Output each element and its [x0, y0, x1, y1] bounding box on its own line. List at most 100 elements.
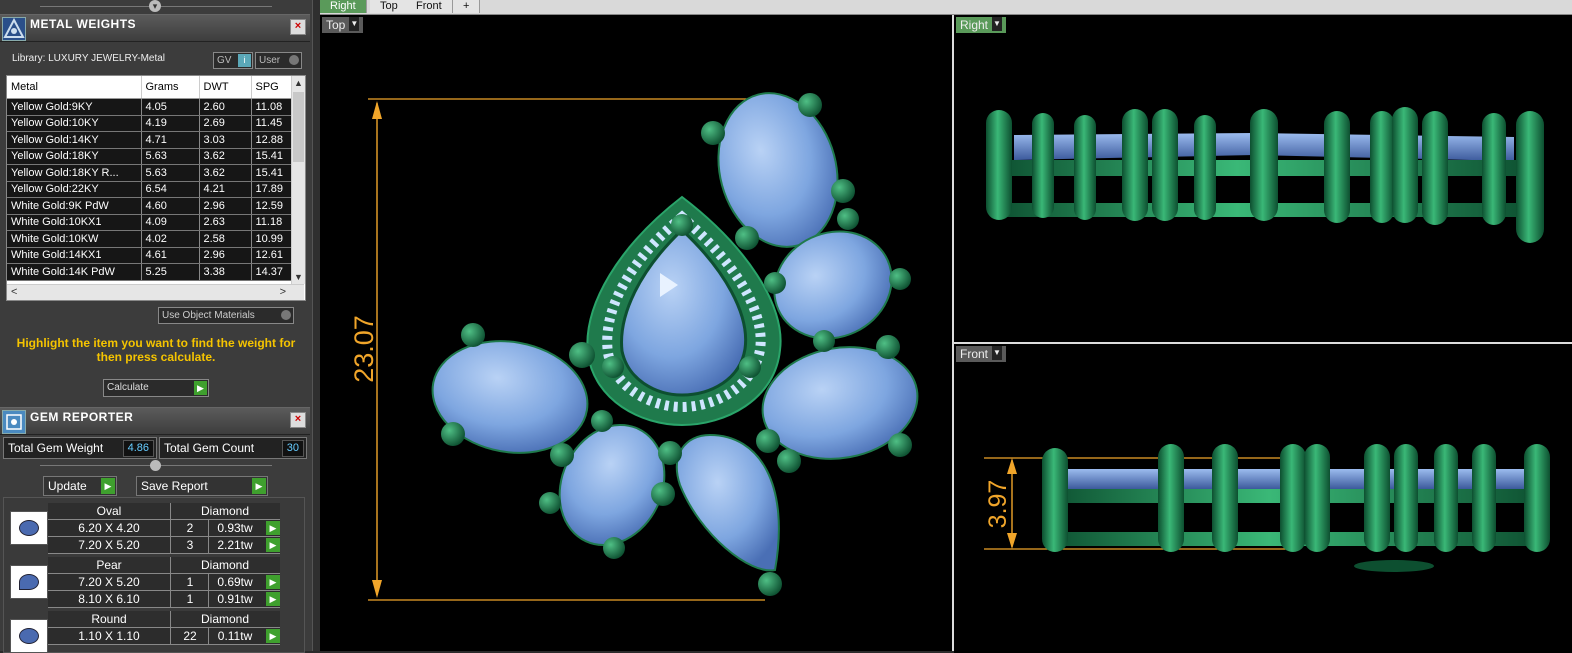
- dwt-cell: 2.63: [199, 214, 252, 231]
- table-row[interactable]: White Gold:10KX1 4.09 2.63 11.18: [7, 214, 292, 231]
- gem-size: 1.10 X 1.10: [78, 629, 140, 643]
- use-object-materials-toggle[interactable]: Use Object Materials: [158, 307, 294, 324]
- top-viewport[interactable]: Top ▼ 23.07: [320, 15, 954, 651]
- table-row[interactable]: Yellow Gold:18KY 5.63 3.62 15.41: [7, 148, 292, 165]
- spg-cell: 10.99: [251, 230, 292, 248]
- gem-weight: 0.93tw: [217, 521, 253, 535]
- tab-front[interactable]: Front: [406, 0, 453, 13]
- top-viewport-label[interactable]: Top ▼: [322, 17, 364, 33]
- round-gem-icon: [10, 619, 48, 652]
- scroll-right-icon[interactable]: >: [280, 286, 286, 298]
- metal-weights-table: Metal Grams DWT SPG Yellow Gold:9KY 4.05 2…: [7, 76, 292, 281]
- column-header-spg[interactable]: SPG: [251, 76, 292, 99]
- tab-right[interactable]: Right: [320, 0, 367, 13]
- close-icon[interactable]: ×: [290, 19, 306, 35]
- radio-icon[interactable]: [281, 310, 291, 320]
- grams-cell: 5.63: [141, 164, 200, 182]
- play-icon[interactable]: ▶: [266, 575, 280, 589]
- table-row[interactable]: Yellow Gold:22KY 6.54 4.21 17.89: [7, 181, 292, 198]
- grams-cell: 4.19: [141, 115, 200, 132]
- column-header-grams[interactable]: Grams: [141, 76, 200, 99]
- scroll-down-icon[interactable]: ▼: [292, 270, 305, 284]
- gem-weight: 0.11tw: [217, 629, 253, 643]
- close-icon[interactable]: ×: [290, 412, 306, 428]
- right-viewport[interactable]: Right ▼: [954, 15, 1572, 340]
- front-viewport[interactable]: Front ▼ 3.97: [954, 342, 1572, 653]
- table-row[interactable]: Yellow Gold:18KY R... 5.63 3.62 15.41: [7, 164, 292, 182]
- gem-size: 7.20 X 5.20: [78, 575, 140, 589]
- table-horizontal-scrollbar[interactable]: < >: [7, 284, 304, 300]
- calculate-hint: Highlight the item you want to find the …: [16, 336, 296, 364]
- viewport-tab-bar: Right Top Front +: [320, 0, 1572, 15]
- gem-count: 1: [186, 575, 194, 589]
- gem-row[interactable]: 7.20 X 5.20 3 2.21tw ▶: [48, 537, 280, 554]
- cell-divider: [170, 537, 171, 553]
- play-icon[interactable]: ▶: [252, 478, 266, 494]
- update-button[interactable]: Update ▶: [43, 476, 117, 496]
- user-toggle[interactable]: User: [255, 52, 302, 69]
- play-icon[interactable]: ▶: [101, 478, 115, 494]
- cell-divider: [170, 503, 171, 519]
- grams-cell: 4.02: [141, 230, 200, 248]
- tab-top[interactable]: Top: [370, 0, 409, 13]
- play-icon[interactable]: ▶: [266, 629, 280, 643]
- viewport-name: Front: [960, 347, 989, 361]
- scroll-up-icon[interactable]: ▲: [292, 76, 305, 90]
- dwt-cell: 2.60: [199, 98, 252, 116]
- right-viewport-label[interactable]: Right ▼: [956, 17, 1007, 33]
- table-row[interactable]: Yellow Gold:9KY 4.05 2.60 11.08: [7, 98, 292, 116]
- play-icon[interactable]: ▶: [266, 538, 280, 552]
- gem-weight: 0.69tw: [217, 575, 253, 589]
- gem-reporter-icon: [2, 410, 26, 434]
- front-dimension-label: 3.97: [984, 480, 1012, 529]
- table-vertical-scrollbar[interactable]: ▲ ▼: [291, 76, 305, 284]
- total-gem-count: Total Gem Count 30: [159, 437, 307, 459]
- front-view-render: 3.97: [984, 444, 1550, 572]
- total-gem-weight: Total Gem Weight 4.86: [3, 437, 157, 459]
- table-row[interactable]: White Gold:14K PdW 5.25 3.38 14.37: [7, 263, 292, 281]
- chevron-down-icon[interactable]: ▼: [992, 17, 1003, 31]
- gem-group-round: Round Diamond 1.10 X 1.10 22 0.11tw ▶: [4, 611, 304, 652]
- table-row[interactable]: White Gold:14KX1 4.61 2.96 12.61: [7, 247, 292, 264]
- gem-group-header: Pear Diamond: [48, 557, 280, 574]
- front-viewport-label[interactable]: Front ▼: [956, 346, 1007, 362]
- gem-shape: [19, 574, 39, 590]
- gem-row[interactable]: 8.10 X 6.10 1 0.91tw ▶: [48, 591, 280, 608]
- spg-cell: 15.41: [251, 148, 292, 165]
- radio-icon[interactable]: [289, 55, 299, 65]
- save-report-button[interactable]: Save Report ▶: [136, 476, 268, 496]
- table-row[interactable]: Yellow Gold:14KY 4.71 3.03 12.88: [7, 131, 292, 149]
- gem-size: 7.20 X 5.20: [78, 538, 140, 552]
- play-icon[interactable]: ▶: [194, 381, 207, 395]
- chevron-down-icon[interactable]: ▼: [349, 17, 360, 31]
- play-icon[interactable]: ▶: [266, 592, 280, 606]
- gem-shape-label: Oval: [96, 504, 122, 518]
- gv-toggle[interactable]: GV i: [213, 52, 253, 69]
- info-icon[interactable]: i: [238, 54, 251, 67]
- right-view-render: [986, 107, 1544, 243]
- cell-divider: [170, 557, 171, 573]
- table-row[interactable]: White Gold:9K PdW 4.60 2.96 12.59: [7, 197, 292, 215]
- viewport-name: Top: [326, 18, 346, 32]
- chevron-down-icon[interactable]: ▼: [992, 346, 1003, 360]
- cell-divider: [170, 591, 171, 607]
- panel-top-strip: ▾: [0, 0, 312, 14]
- table-row[interactable]: Yellow Gold:10KY 4.19 2.69 11.45: [7, 115, 292, 132]
- column-header-dwt[interactable]: DWT: [199, 76, 252, 99]
- grams-cell: 4.05: [141, 98, 200, 116]
- gem-row[interactable]: 7.20 X 5.20 1 0.69tw ▶: [48, 574, 280, 591]
- gem-row[interactable]: 6.20 X 4.20 2 0.93tw ▶: [48, 520, 280, 537]
- gem-slider-knob[interactable]: [150, 460, 161, 471]
- scrollbar-thumb[interactable]: [293, 92, 304, 162]
- metal-weights-icon: [2, 17, 26, 41]
- play-icon[interactable]: ▶: [266, 521, 280, 535]
- table-row[interactable]: White Gold:10KW 4.02 2.58 10.99: [7, 230, 292, 248]
- add-tab-icon[interactable]: +: [453, 0, 481, 13]
- gem-row[interactable]: 1.10 X 1.10 22 0.11tw ▶: [48, 628, 280, 645]
- gem-size: 8.10 X 6.10: [78, 592, 140, 606]
- panel-slider-knob[interactable]: ▾: [149, 0, 161, 12]
- cell-divider: [208, 520, 209, 536]
- scroll-left-icon[interactable]: <: [11, 286, 17, 298]
- calculate-button[interactable]: Calculate ▶: [103, 379, 209, 397]
- column-header-metal[interactable]: Metal: [7, 76, 142, 99]
